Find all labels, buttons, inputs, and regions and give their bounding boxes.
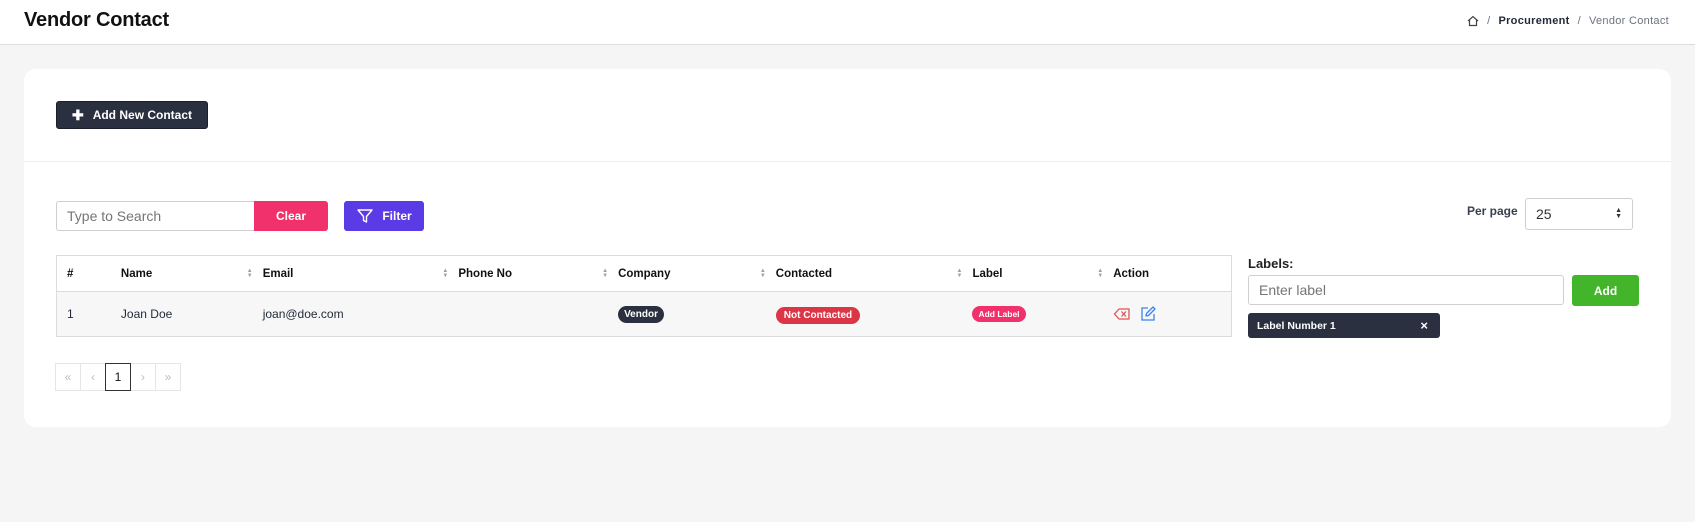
cell-name: Joan Doe bbox=[120, 307, 173, 321]
label-chip: Label Number 1 × bbox=[1248, 313, 1440, 338]
search-group: Clear bbox=[56, 201, 328, 231]
filter-button[interactable]: Filter bbox=[344, 201, 424, 231]
cell-contacted: Not Contacted bbox=[766, 292, 963, 336]
pagination-last[interactable]: » bbox=[155, 363, 181, 391]
column-header-action: Action bbox=[1113, 267, 1149, 280]
cell-action bbox=[1103, 292, 1231, 336]
label-input[interactable] bbox=[1248, 275, 1564, 305]
content-card: ✚ Add New Contact Clear Filter Per page … bbox=[24, 69, 1671, 427]
column-header-email[interactable]: Email ▲ ▼ bbox=[253, 256, 449, 291]
edit-icon[interactable] bbox=[1139, 305, 1157, 323]
select-arrows-icon: ▲ ▼ bbox=[1615, 207, 1622, 220]
card-divider bbox=[24, 161, 1671, 162]
breadcrumb: / Procurement / Vendor Contact bbox=[1467, 15, 1669, 27]
pagination: « ‹ 1 › » bbox=[55, 363, 181, 391]
action-icons bbox=[1113, 305, 1157, 323]
company-badge: Vendor bbox=[618, 305, 664, 323]
breadcrumb-separator: / bbox=[1487, 15, 1491, 27]
filter-label: Filter bbox=[382, 209, 412, 223]
home-icon[interactable] bbox=[1467, 15, 1479, 27]
column-header-label[interactable]: Label ▲ ▼ bbox=[962, 256, 1103, 291]
column-header-contacted[interactable]: Contacted ▲ ▼ bbox=[766, 256, 963, 291]
add-new-contact-label: Add New Contact bbox=[92, 108, 193, 122]
column-header-company[interactable]: Company ▲ ▼ bbox=[608, 256, 766, 291]
pagination-next[interactable]: › bbox=[130, 363, 156, 391]
cell-email: joan@doe.com bbox=[262, 307, 344, 321]
contacted-status-badge: Not Contacted bbox=[775, 306, 861, 324]
delete-icon[interactable] bbox=[1113, 305, 1131, 323]
pagination-page-1[interactable]: 1 bbox=[105, 363, 131, 391]
per-page-select[interactable]: 25 ▲ ▼ bbox=[1525, 198, 1633, 230]
pagination-prev[interactable]: ‹ bbox=[80, 363, 106, 391]
breadcrumb-procurement[interactable]: Procurement bbox=[1498, 15, 1569, 27]
breadcrumb-separator: / bbox=[1577, 15, 1581, 27]
per-page-label: Per page bbox=[1467, 204, 1518, 218]
column-header-index: # bbox=[67, 267, 74, 280]
cell-company: Vendor bbox=[608, 292, 766, 336]
top-bar: Vendor Contact / Procurement / Vendor Co… bbox=[0, 0, 1695, 45]
cell-index: 1 bbox=[67, 307, 74, 321]
breadcrumb-current: Vendor Contact bbox=[1588, 15, 1669, 27]
add-label-button[interactable]: Add bbox=[1572, 275, 1639, 306]
pagination-first[interactable]: « bbox=[55, 363, 81, 391]
table-header: # Name ▲ ▼ Email ▲ ▼ Phone No ▲ ▼ Company ▲ ▼ Co… bbox=[57, 256, 1231, 292]
add-label-badge[interactable]: Add Label bbox=[972, 306, 1026, 322]
per-page-value: 25 bbox=[1536, 206, 1552, 222]
filter-icon bbox=[357, 209, 374, 223]
contacts-table: # Name ▲ ▼ Email ▲ ▼ Phone No ▲ ▼ Company ▲ ▼ Co… bbox=[56, 255, 1232, 337]
column-header-name[interactable]: Name ▲ ▼ bbox=[111, 256, 253, 291]
column-header-phone[interactable]: Phone No ▲ ▼ bbox=[448, 256, 608, 291]
cell-phone bbox=[448, 292, 608, 336]
cell-label: Add Label bbox=[962, 292, 1103, 336]
label-chip-text: Label Number 1 bbox=[1257, 319, 1336, 332]
plus-icon: ✚ bbox=[71, 107, 84, 123]
page-title: Vendor Contact bbox=[24, 9, 169, 31]
search-input[interactable] bbox=[56, 201, 254, 231]
close-icon[interactable]: × bbox=[1420, 318, 1428, 333]
labels-title: Labels: bbox=[1248, 256, 1294, 271]
add-new-contact-button[interactable]: ✚ Add New Contact bbox=[56, 101, 208, 129]
clear-button[interactable]: Clear bbox=[254, 201, 328, 231]
table-row: 1 Joan Doe joan@doe.com Vendor Not Conta… bbox=[57, 292, 1231, 336]
